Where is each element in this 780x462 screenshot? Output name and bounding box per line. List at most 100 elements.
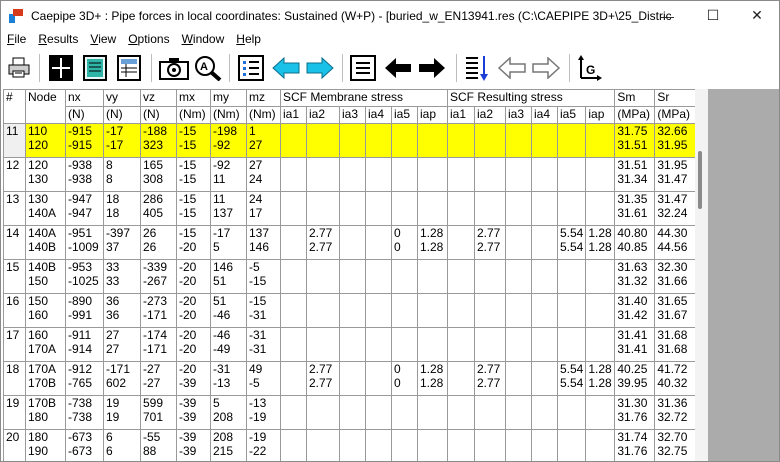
zoom-button[interactable]: A [194, 53, 222, 83]
cell-resulting-3-line: ​ [534, 308, 555, 322]
next-outline-button[interactable] [531, 53, 561, 83]
cell-resulting-4: 5.54 5.54 [556, 225, 587, 260]
table-row[interactable]: 15 140B 150 -953 -1025 33 33 -339 -267 -20 -20 146 5… [3, 259, 697, 294]
table-view-button[interactable] [116, 53, 142, 83]
cell-resulting-1-line: ​ [477, 274, 503, 288]
col-header-vy: vy [103, 89, 141, 107]
menu-help[interactable]: Help [230, 32, 267, 46]
cell-sm: 31.41 31.41 [614, 327, 656, 362]
cell-resulting-0-line: ​ [450, 172, 472, 186]
cell-resulting-5: ​​ [585, 123, 616, 158]
cell-membrane-0-line: ​ [283, 376, 304, 390]
crosshair-button[interactable] [48, 53, 74, 83]
cell-sm-line: 31.61 [617, 206, 648, 220]
cell-membrane-1-line: ​ [309, 138, 337, 152]
table-row[interactable]: 16 150 160 -890 -991 36 36 -273 -171 -20 -20 51 -46-… [3, 293, 697, 328]
table-row[interactable]: 11 110 120 -915 -915 -17 -17 -188 323 -15 -15 -198-… [3, 123, 697, 158]
cell-vz: 26 26 [140, 225, 177, 260]
cell-vz: -339 -267 [140, 259, 177, 294]
prev-outline-button[interactable] [497, 53, 527, 83]
minimize-button[interactable]: — [645, 1, 689, 30]
cell-mz: -5 -15 [246, 259, 281, 294]
menu-window[interactable]: Window [176, 32, 231, 46]
text-list-icon [83, 55, 107, 81]
axis-g-button[interactable]: G [576, 53, 604, 83]
list-button[interactable] [237, 53, 265, 83]
cell-resulting-5: ​​ [585, 429, 616, 461]
menu-results[interactable]: Results [32, 32, 84, 46]
sort-button[interactable] [463, 53, 491, 83]
cell-resulting-0-line: ​ [450, 376, 472, 390]
cell-resulting-0: ​​ [447, 429, 475, 461]
table-row[interactable]: 12120130-938-93888165308-15-15-92112724​… [3, 157, 697, 192]
cell-membrane-3: ​​ [365, 225, 392, 260]
scrollbar-thumb[interactable] [698, 151, 702, 209]
table-row[interactable]: 14 140A 140B -951 -1009 -397 37 26 26 -15 -20 -17 5 1… [3, 225, 697, 260]
print-button[interactable] [6, 53, 32, 83]
close-button[interactable]: ✕ [735, 1, 779, 30]
cell-resulting-3: ​​ [531, 395, 558, 430]
menu-lines-button[interactable] [349, 53, 377, 83]
prev-cyan-button[interactable] [271, 53, 301, 83]
cell-resulting-5-line: ​ [588, 206, 612, 220]
table-row[interactable]: 18 170A 170B -912 -765 -171 602 -27 -27 -20 -39 -31… [3, 361, 697, 396]
text-list-button[interactable] [82, 53, 108, 83]
cell-resulting-0-line: ​ [450, 329, 472, 343]
table-row[interactable]: 13 130 140A -947 -947 18 18 286 405 -15 -15 11 137 24… [3, 191, 697, 226]
cell-node-line: 140A [28, 206, 57, 220]
cell-resulting-3-line: ​ [534, 240, 555, 254]
vertical-scrollbar[interactable] [695, 89, 708, 461]
cell-resulting-2-line: ​ [508, 159, 529, 173]
cell-my-line: -92 [213, 138, 231, 152]
camera-button[interactable] [158, 53, 190, 83]
maximize-button[interactable]: ☐ [691, 1, 735, 30]
menu-view[interactable]: View [84, 32, 122, 46]
cell-membrane-1-line: ​ [309, 308, 337, 322]
prev-black-button[interactable] [383, 53, 413, 83]
menu-bar: File Results View Options Window Help [1, 30, 779, 47]
cell-mz-line: -31 [249, 308, 267, 322]
cell-nx-line: -738 [68, 410, 93, 424]
cell-membrane-0-line: ​ [283, 138, 304, 152]
cell-nx-line: -951 [68, 226, 93, 241]
cell-nx-line: -911 [68, 328, 92, 343]
cell-resulting-1: ​​ [474, 157, 506, 192]
cell-node-line: 130 [28, 172, 49, 186]
cell-sm: 31.74 31.76 [614, 429, 656, 461]
cell-sm: 31.35 31.61 [614, 191, 656, 226]
cell-mx: -15 -15 [176, 157, 211, 192]
cell-resulting-2-line: ​ [508, 444, 529, 458]
cell-membrane-1-line: 2.77 [309, 226, 333, 241]
cell-vz-line: 286 [143, 192, 164, 207]
cell-membrane-2-line: ​ [342, 342, 363, 356]
cell-node-line: 170A [28, 362, 57, 377]
menu-options[interactable]: Options [122, 32, 175, 46]
cell-resulting-3-line: ​ [534, 125, 555, 139]
cell-resulting-3-line: ​ [534, 431, 555, 445]
next-black-button[interactable] [417, 53, 447, 83]
menu-file[interactable]: File [1, 32, 32, 46]
table-row[interactable]: 19 170B 180 -738 -738 19 19 599 701 -39 -39 5 208 -13… [3, 395, 697, 430]
table-row[interactable]: 20 180 190 -673 -673 6 6 -55 88 -39 -39 208 215 -19 -2… [3, 429, 697, 461]
cell-nx-line: -765 [68, 376, 93, 390]
cell-resulting-0-line: ​ [450, 363, 472, 377]
cell-resulting-1: 2.77 2.77 [474, 361, 506, 396]
cell-resulting-2-line: ​ [508, 329, 529, 343]
cell-membrane-1: ​​ [306, 123, 340, 158]
cell-nx-line: -938 [68, 158, 93, 173]
results-grid[interactable]: # Node nx vy vz mx my mz SCF Membrane stress SCF … [3, 89, 708, 461]
cell-membrane-5-line: ​ [420, 274, 445, 288]
row-number: 11 [3, 123, 26, 158]
next-cyan-button[interactable] [305, 53, 335, 83]
cell-nx-line: -738 [68, 396, 93, 411]
col-unit-mx: (Nm) [176, 106, 211, 124]
cell-my: -17 5 [210, 225, 247, 260]
cell-membrane-1-line: ​ [309, 193, 337, 207]
table-row[interactable]: 17 160 170A -911 -914 27 27 -174 -171 -20 -20 -46 -4… [3, 327, 697, 362]
cell-sm-line: 39.95 [617, 376, 648, 390]
cell-resulting-3: ​​ [531, 225, 558, 260]
row-number: 18 [3, 361, 26, 396]
cell-my-line: 5 [213, 240, 220, 254]
cell-vz-line: 165 [143, 158, 164, 173]
cell-vy-line: 8 [106, 158, 113, 173]
